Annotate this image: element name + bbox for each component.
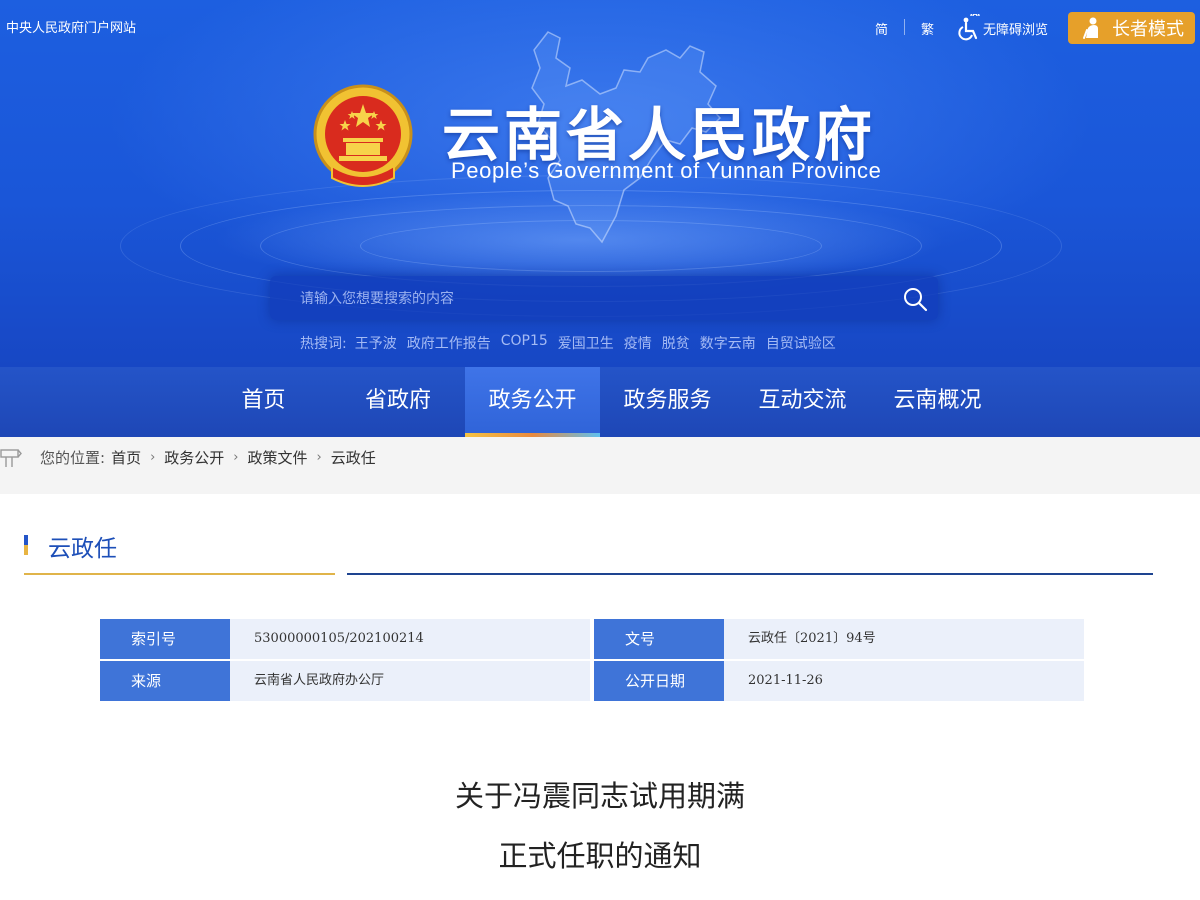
nav-item-interaction[interactable]: 互动交流 bbox=[735, 367, 870, 437]
nav-item-home[interactable]: 首页 bbox=[196, 367, 331, 437]
hot-search-keywords: 热搜词: 王予波 政府工作报告 COP15 爱国卫生 疫情 脱贫 数字云南 自贸… bbox=[300, 333, 846, 353]
chevron-right-icon: › bbox=[233, 450, 239, 465]
hot-keyword[interactable]: 数字云南 bbox=[700, 333, 756, 353]
nav-item-yunnan-overview[interactable]: 云南概况 bbox=[870, 367, 1005, 437]
elder-mode-button[interactable]: 长者模式 bbox=[1068, 12, 1195, 44]
national-emblem-icon bbox=[313, 84, 413, 187]
accessibility-label: 无障碍浏览 bbox=[983, 22, 1049, 38]
accessibility-button[interactable]: 无障碍浏览 bbox=[957, 14, 1048, 42]
hot-keyword[interactable]: 爱国卫生 bbox=[558, 333, 614, 353]
breadcrumb-home-link[interactable]: 首页 bbox=[111, 447, 141, 468]
main-nav: 首页 省政府 政务公开 政务服务 互动交流 云南概况 bbox=[0, 367, 1200, 437]
hot-keyword[interactable]: 自贸试验区 bbox=[766, 333, 836, 353]
chevron-right-icon: › bbox=[316, 450, 322, 465]
publish-date-value: 2021-11-26 bbox=[724, 661, 1084, 701]
site-subtitle: People’s Government of Yunnan Province bbox=[451, 158, 882, 183]
section-marker bbox=[24, 535, 28, 555]
source-value: 云南省人民政府办公厅 bbox=[230, 661, 590, 701]
elder-mode-label: 长者模式 bbox=[1112, 19, 1184, 40]
signpost-icon bbox=[0, 449, 22, 467]
source-label: 来源 bbox=[100, 661, 236, 701]
hot-keyword[interactable]: 王予波 bbox=[355, 333, 397, 353]
breadcrumb-policy-files-link[interactable]: 政策文件 bbox=[248, 447, 308, 468]
hot-keyword[interactable]: 脱贫 bbox=[662, 333, 690, 353]
section-divider-gold bbox=[24, 573, 335, 575]
breadcrumb: 您的位置: 首页 › 政务公开 › 政策文件 › 云政任 bbox=[40, 447, 376, 468]
breadcrumb-label: 您的位置: bbox=[40, 449, 106, 467]
hot-keyword[interactable]: COP15 bbox=[501, 333, 548, 353]
document-title-line-2: 正式任职的通知 bbox=[498, 839, 702, 873]
nav-item-provincial-government[interactable]: 省政府 bbox=[331, 367, 465, 437]
search-box bbox=[270, 276, 938, 322]
document-title-line-1: 关于冯震同志试用期满 bbox=[454, 779, 745, 813]
breadcrumb-bar: 您的位置: 首页 › 政务公开 › 政策文件 › 云政任 bbox=[0, 437, 1200, 494]
search-input[interactable] bbox=[298, 276, 892, 322]
simplified-chinese-link[interactable]: 简 bbox=[875, 19, 888, 38]
search-icon[interactable] bbox=[902, 286, 928, 312]
central-gov-portal-link[interactable]: 中央人民政府门户网站 bbox=[6, 17, 136, 36]
hot-search-label: 热搜词: bbox=[300, 336, 347, 352]
hot-keyword[interactable]: 政府工作报告 bbox=[407, 333, 491, 353]
breadcrumb-disclosure-link[interactable]: 政务公开 bbox=[164, 447, 224, 468]
lang-divider bbox=[904, 19, 905, 35]
site-header: 中央人民政府门户网站 简 繁 无障碍浏览 长者模式 云南省人民政府 People… bbox=[0, 0, 1200, 367]
section-title: 云政任 bbox=[48, 536, 117, 562]
elder-person-icon bbox=[1083, 17, 1098, 39]
nav-item-government-services[interactable]: 政务服务 bbox=[600, 367, 735, 437]
index-number-value: 53000000105/202100214 bbox=[230, 619, 590, 659]
section-divider-blue bbox=[347, 573, 1153, 575]
breadcrumb-current-link[interactable]: 云政任 bbox=[331, 447, 376, 468]
document-number-label: 文号 bbox=[594, 619, 730, 659]
document-number-value: 云政任〔2021〕94号 bbox=[724, 619, 1084, 659]
publish-date-label: 公开日期 bbox=[594, 661, 730, 701]
nav-item-government-affairs-disclosure[interactable]: 政务公开 bbox=[465, 367, 600, 437]
wheelchair-icon bbox=[958, 14, 980, 41]
hot-keyword[interactable]: 疫情 bbox=[624, 333, 652, 353]
index-number-label: 索引号 bbox=[100, 619, 236, 659]
traditional-chinese-link[interactable]: 繁 bbox=[921, 19, 934, 38]
chevron-right-icon: › bbox=[150, 450, 156, 465]
